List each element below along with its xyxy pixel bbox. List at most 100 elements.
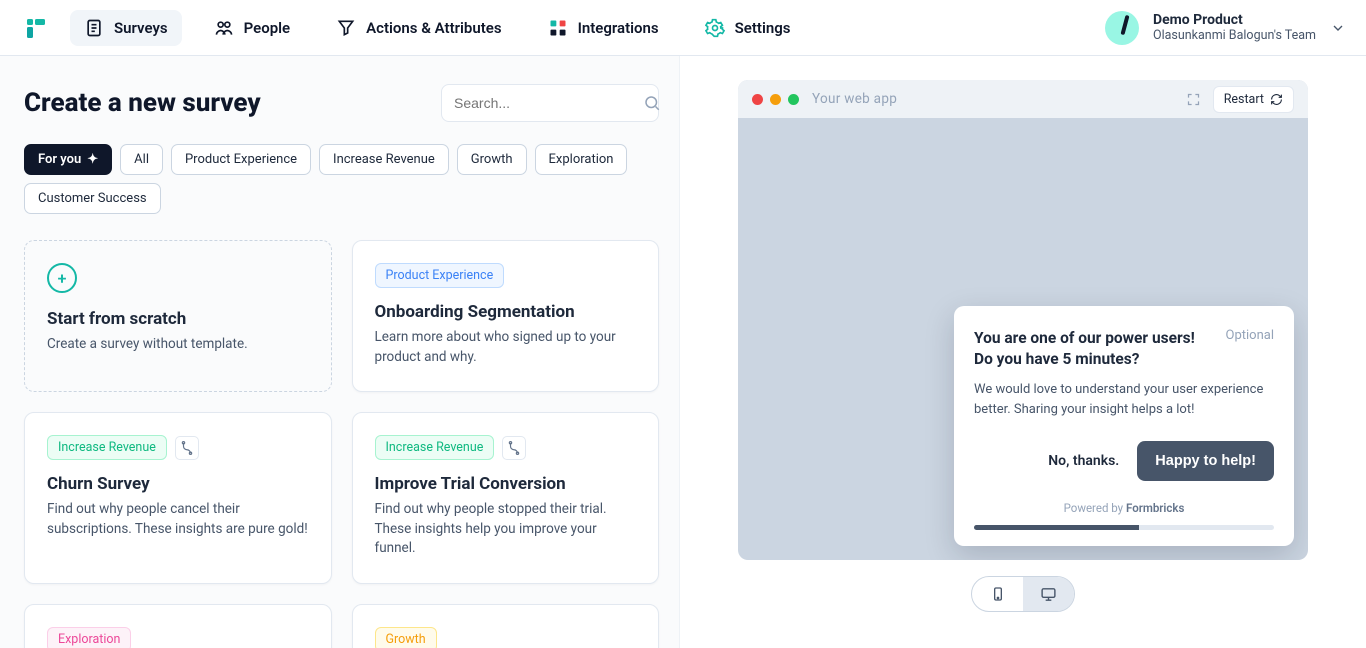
page-title: Create a new survey [24,88,261,118]
nav-label: People [244,19,291,37]
nav-label: Integrations [578,19,659,37]
expand-icon[interactable] [1186,92,1201,107]
tag-row: Exploration [47,627,309,648]
nav-item-integrations[interactable]: Integrations [534,10,673,46]
filter-growth[interactable]: Growth [457,144,527,175]
tag-row: Increase Revenue [375,435,637,460]
no-thanks-button[interactable]: No, thanks. [1042,443,1125,479]
nav-item-settings[interactable]: Settings [691,10,805,46]
nav-label: Actions & Attributes [366,19,501,37]
device-toggle [971,576,1075,612]
plus-icon: + [47,263,77,293]
top-nav: Surveys People Actions & Attributes Inte… [0,0,1366,56]
filter-exploration[interactable]: Exploration [535,144,628,175]
card-title: Churn Survey [47,474,309,494]
pill-label: Growth [471,152,513,167]
main: Create a new survey For you ✦ All Produc… [0,56,1366,648]
left-pane: Create a new survey For you ✦ All Produc… [0,56,680,648]
popup-title: You are one of our power users! Do you h… [974,328,1214,370]
nav-left: Surveys People Actions & Attributes Inte… [24,10,804,46]
card-title: Onboarding Segmentation [375,302,637,322]
popup-desc: We would love to understand your user ex… [974,380,1274,419]
nav-label: Settings [735,19,791,37]
filter-all[interactable]: All [120,144,163,175]
tag-row: Growth [375,627,637,648]
card-churn-survey[interactable]: Increase Revenue Churn Survey Find out w… [24,412,332,584]
progress-bar [974,525,1274,530]
nav-item-people[interactable]: People [200,10,305,46]
restart-label: Restart [1224,92,1264,107]
card-start-from-scratch[interactable]: + Start from scratch Create a survey wit… [24,240,332,392]
people-icon [214,18,234,38]
team-block[interactable]: Demo Product Olasunkanmi Balogun's Team [1153,12,1316,44]
desktop-icon [1040,586,1057,603]
team-name: Olasunkanmi Balogun's Team [1153,28,1316,43]
tag-row: Product Experience [375,263,637,288]
pill-label: Product Experience [185,152,297,167]
filter-customer-success[interactable]: Customer Success [24,183,161,214]
right-pane: Your web app Restart You are one of our … [680,56,1366,648]
card-uncover-strengths-weaknesses[interactable]: Growth Uncover Strengths & Weaknesses Fi… [352,604,660,648]
tag-exploration: Exploration [47,627,131,648]
grid-icon [548,18,568,38]
chevron-down-icon[interactable] [1330,20,1346,36]
filter-row: For you ✦ All Product Experience Increas… [24,144,659,214]
pill-label: Customer Success [38,191,147,206]
popup-header: You are one of our power users! Do you h… [974,328,1274,370]
title-row: Create a new survey [24,84,659,122]
powered-by[interactable]: Powered by Formbricks [974,501,1274,515]
pill-label: All [134,152,149,167]
pill-label: Increase Revenue [333,152,435,167]
nav-item-surveys[interactable]: Surveys [70,10,182,46]
device-desktop-button[interactable] [1023,577,1074,611]
survey-popup: You are one of our power users! Do you h… [954,306,1294,546]
search-input[interactable] [454,95,635,111]
webapp-label: Your web app [812,91,897,107]
pill-label: For you [38,152,81,167]
nav-item-actions[interactable]: Actions & Attributes [322,10,515,46]
pill-label: Exploration [549,152,614,167]
powered-brand: Formbricks [1126,501,1184,515]
card-desc: Find out why people cancel their subscri… [47,500,309,539]
clipboard-icon [84,18,104,38]
search-box[interactable] [441,84,659,122]
window-dots: Your web app [752,91,897,107]
nav-right: Demo Product Olasunkanmi Balogun's Team [1105,11,1346,45]
branch-icon [502,436,526,460]
avatar[interactable] [1105,11,1139,45]
progress-fill [974,525,1139,530]
dot-close-icon [752,94,763,105]
card-desc: Learn more about who signed up to your p… [375,328,637,367]
card-improve-trial-conversion[interactable]: Increase Revenue Improve Trial Conversio… [352,412,660,584]
filter-product-experience[interactable]: Product Experience [171,144,311,175]
happy-to-help-button[interactable]: Happy to help! [1137,441,1274,481]
preview-header-right: Restart [1186,86,1294,113]
card-interview-prompt[interactable]: Exploration Interview Prompt Invite a sp… [24,604,332,648]
tag-product-experience: Product Experience [375,263,505,288]
card-onboarding-segmentation[interactable]: Product Experience Onboarding Segmentati… [352,240,660,392]
sparkle-icon: ✦ [87,152,98,167]
popup-actions: No, thanks. Happy to help! [974,441,1274,481]
card-desc: Create a survey without template. [47,335,309,355]
template-grid: + Start from scratch Create a survey wit… [24,240,659,648]
gear-icon [705,18,725,38]
card-title: Start from scratch [47,309,309,329]
search-icon [643,94,661,112]
tag-increase-revenue: Increase Revenue [47,435,167,460]
filter-icon [336,18,356,38]
logo[interactable] [24,16,48,40]
tag-row: Increase Revenue [47,435,309,460]
tag-growth: Growth [375,627,437,648]
card-desc: Find out why people stopped their trial.… [375,500,637,559]
filter-increase-revenue[interactable]: Increase Revenue [319,144,449,175]
tag-increase-revenue: Increase Revenue [375,435,495,460]
nav-label: Surveys [114,19,168,37]
mobile-icon [990,586,1006,602]
filter-for-you[interactable]: For you ✦ [24,144,112,175]
branch-icon [175,436,199,460]
restart-button[interactable]: Restart [1213,86,1294,113]
powered-prefix: Powered by [1064,501,1126,515]
device-mobile-button[interactable] [972,577,1023,611]
refresh-icon [1270,93,1283,106]
optional-label: Optional [1226,328,1274,343]
